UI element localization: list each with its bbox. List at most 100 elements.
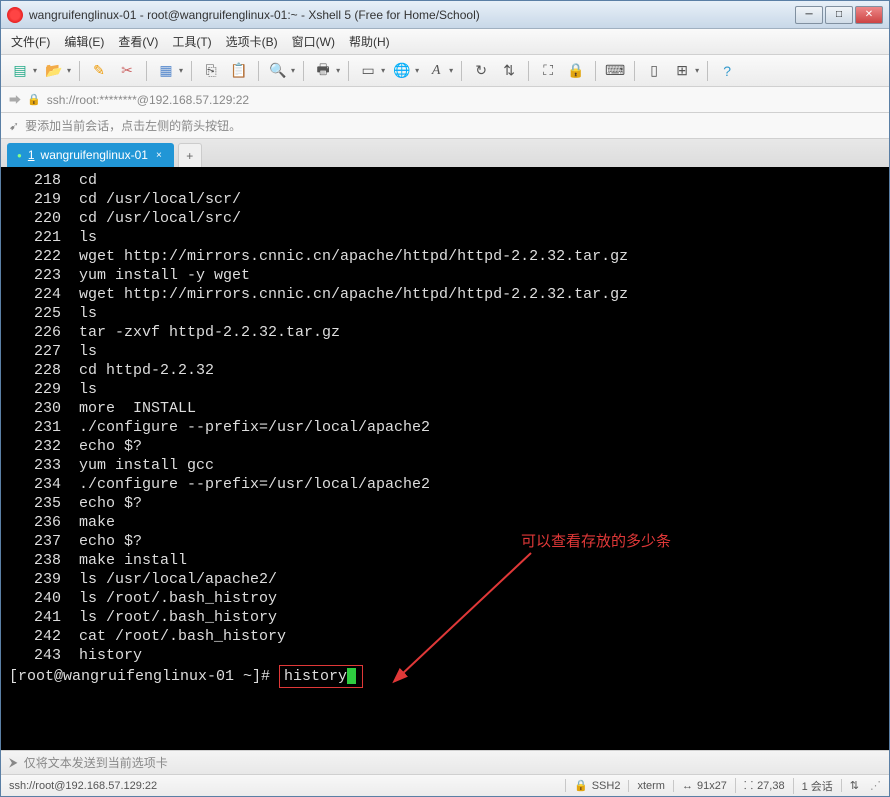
help-icon[interactable]: ? [716,60,738,82]
transfer-icon[interactable]: ⇅ [498,60,520,82]
plus-icon: + [186,149,193,163]
titlebar[interactable]: wangruifenglinux-01 - root@wangruifengli… [1,1,889,29]
history-number: 231 [9,418,61,437]
history-command: cd /usr/local/scr/ [61,191,241,208]
address-text[interactable]: ssh://root:********@192.168.57.129:22 [47,93,249,107]
layout1-icon[interactable]: ▯ [643,60,665,82]
properties-icon[interactable]: ▦ [155,60,177,82]
minimize-button[interactable]: ─ [795,6,823,24]
history-command: ./configure --prefix=/usr/local/apache2 [61,419,430,436]
history-command: make [61,514,115,531]
typed-command-highlight: history [279,665,363,688]
history-line: 223 yum install -y wget [9,266,881,285]
refresh-icon[interactable]: ↻ [470,60,492,82]
status-ssh: 🔒SSH2 [565,779,628,792]
menubar: 文件(F) 编辑(E) 查看(V) 工具(T) 选项卡(B) 窗口(W) 帮助(… [1,29,889,55]
history-command: echo $? [61,495,142,512]
find-icon[interactable]: 🔍 [267,60,289,82]
history-number: 243 [9,646,61,665]
history-line: 234 ./configure --prefix=/usr/local/apac… [9,475,881,494]
lock-small-icon: 🔒 [27,93,41,106]
prompt-line: [root@wangruifenglinux-01 ~]# history [9,665,881,688]
menu-tools[interactable]: 工具(T) [172,33,211,50]
history-command: ls /usr/local/apache2/ [61,571,277,588]
history-line: 239 ls /usr/local/apache2/ [9,570,881,589]
terminal[interactable]: 218 cd 219 cd /usr/local/scr/ 220 cd /us… [1,167,889,750]
history-line: 230 more INSTALL [9,399,881,418]
menu-edit[interactable]: 编辑(E) [64,33,104,50]
menu-view[interactable]: 查看(V) [118,33,158,50]
history-line: 226 tar -zxvf httpd-2.2.32.tar.gz [9,323,881,342]
font-icon[interactable]: A [425,60,447,82]
paste-icon[interactable]: 📋 [228,60,250,82]
status-size: ↔ 91x27 [673,780,735,792]
tab-close-icon[interactable]: × [154,150,164,161]
history-line: 231 ./configure --prefix=/usr/local/apac… [9,418,881,437]
history-number: 236 [9,513,61,532]
history-line: 224 wget http://mirrors.cnnic.cn/apache/… [9,285,881,304]
new-session-icon[interactable]: ▤ [9,60,31,82]
history-number: 221 [9,228,61,247]
history-line: 232 echo $? [9,437,881,456]
history-line: 218 cd [9,171,881,190]
hint-text: 要添加当前会话，点击左侧的箭头按钮。 [25,117,241,134]
history-line: 228 cd httpd-2.2.32 [9,361,881,380]
history-line: 219 cd /usr/local/scr/ [9,190,881,209]
history-command: cd [61,172,97,189]
session-tab[interactable]: ● 1 wangruifenglinux-01 × [7,143,174,167]
send-mode-icon[interactable]: ⮞ [9,755,18,770]
history-command: ls /root/.bash_histroy [61,590,277,607]
fullscreen-icon[interactable]: ▭ [357,60,379,82]
prompt-text: [root@wangruifenglinux-01 ~]# [9,668,279,685]
send-bar: ⮞ 仅将文本发送到当前选项卡 [1,750,889,774]
menu-window[interactable]: 窗口(W) [292,33,335,50]
copy-icon[interactable]: ⎘ [200,60,222,82]
history-line: 222 wget http://mirrors.cnnic.cn/apache/… [9,247,881,266]
history-line: 242 cat /root/.bash_history [9,627,881,646]
history-line: 238 make install [9,551,881,570]
layout2-icon[interactable]: ⊞ [671,60,693,82]
size-icon: ↔ [682,780,693,792]
close-button[interactable]: ✕ [855,6,883,24]
history-line: 233 yum install gcc [9,456,881,475]
history-number: 239 [9,570,61,589]
window-title: wangruifenglinux-01 - root@wangruifengli… [29,8,795,22]
history-number: 225 [9,304,61,323]
menu-help[interactable]: 帮助(H) [349,33,390,50]
print-icon[interactable]: 🖶 [312,60,334,82]
globe-icon[interactable]: 🌐 [391,60,413,82]
resize-grip[interactable]: ⋰ [867,779,881,792]
maximize-button[interactable]: □ [825,6,853,24]
history-command: cat /root/.bash_history [61,628,286,645]
history-command: wget http://mirrors.cnnic.cn/apache/http… [61,286,628,303]
history-command: cd /usr/local/src/ [61,210,241,227]
history-number: 224 [9,285,61,304]
history-number: 232 [9,437,61,456]
status-sessions: 1 会话 [793,778,841,794]
add-tab-button[interactable]: + [178,143,202,167]
tab-bar: ● 1 wangruifenglinux-01 × + [1,139,889,167]
history-command: history [61,647,142,664]
history-command: yum install gcc [61,457,214,474]
cursor [347,668,356,684]
history-number: 237 [9,532,61,551]
open-folder-icon[interactable]: 📂 [43,60,65,82]
menu-file[interactable]: 文件(F) [11,33,50,50]
history-command: make install [61,552,187,569]
history-command: tar -zxvf httpd-2.2.32.tar.gz [61,324,340,341]
history-number: 240 [9,589,61,608]
history-number: 242 [9,627,61,646]
status-updown-icon[interactable]: ⇅ [841,779,867,792]
history-number: 222 [9,247,61,266]
reconnect-icon[interactable]: ✎ [88,60,110,82]
menu-optiontab[interactable]: 选项卡(B) [226,33,278,50]
history-number: 234 [9,475,61,494]
expand-icon[interactable]: ⛶ [537,60,559,82]
disconnect-icon[interactable]: ✂ [116,60,138,82]
lock-icon[interactable]: 🔒 [565,60,587,82]
add-session-arrow-icon[interactable]: ➹ [9,119,19,133]
keyboard-icon[interactable]: ⌨ [604,60,626,82]
addr-arrow-icon[interactable]: ⮕ [9,91,21,108]
history-number: 227 [9,342,61,361]
history-line: 243 history [9,646,881,665]
